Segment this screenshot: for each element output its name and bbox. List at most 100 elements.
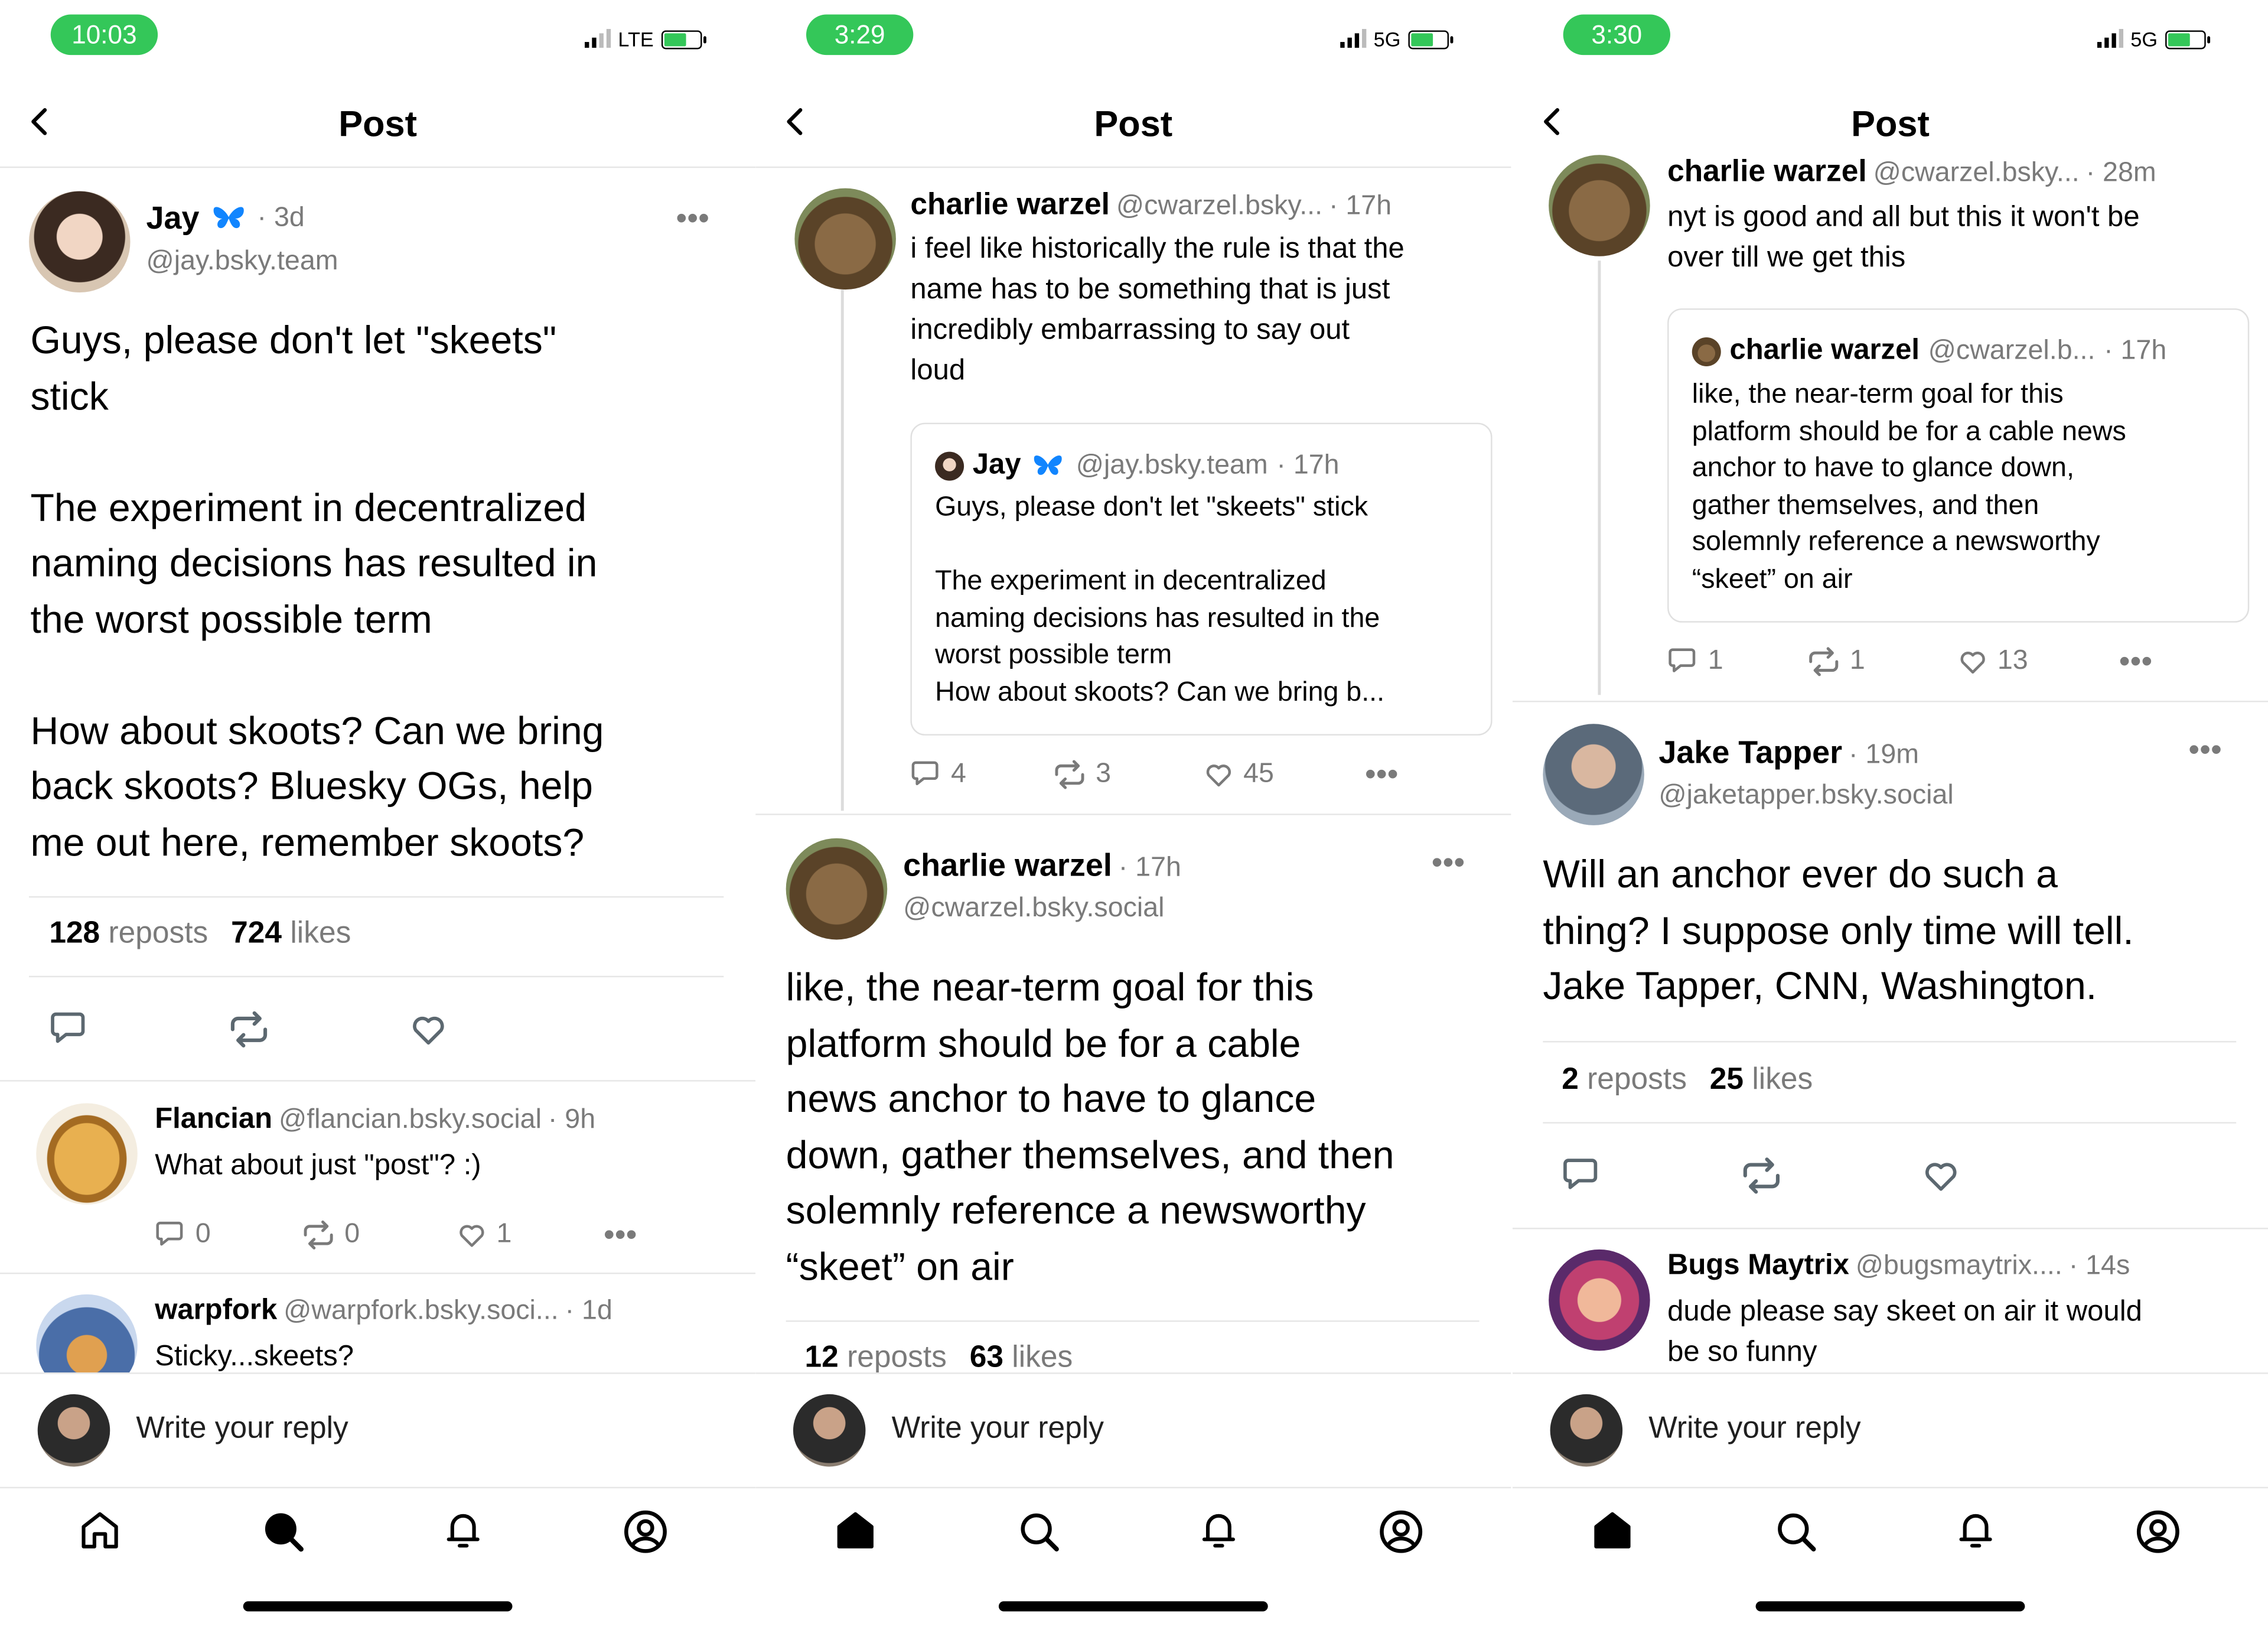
home-indicator[interactable]: [243, 1601, 513, 1612]
reply-author[interactable]: Flancian: [155, 1103, 272, 1135]
search-icon[interactable]: [1773, 1509, 1819, 1555]
reply-input[interactable]: Write your reply: [892, 1411, 1104, 1446]
divider: [0, 166, 756, 168]
author-handle[interactable]: @cwarzel.bsky...: [1873, 158, 2080, 188]
avatar[interactable]: [1543, 724, 1644, 825]
reply-line: dude please say skeet on air it would: [1667, 1296, 2142, 1328]
author-name[interactable]: charlie warzel: [1667, 155, 1867, 188]
reply-input[interactable]: Write your reply: [136, 1411, 348, 1446]
reply-handle[interactable]: @flancian.bsky.social: [279, 1105, 542, 1135]
tab-bar: [1513, 1491, 2268, 1572]
profile-icon[interactable]: [2135, 1509, 2181, 1555]
reply-composer[interactable]: Write your reply: [755, 1372, 1511, 1489]
speech-bubble-icon[interactable]: [49, 1009, 90, 1050]
speech-bubble-icon[interactable]: [910, 759, 942, 790]
author-handle[interactable]: @cwarzel.bsky.social: [903, 893, 1164, 925]
author-name[interactable]: Jay: [146, 200, 200, 237]
more-dots-icon[interactable]: •••: [2188, 731, 2222, 769]
notifications-bell-icon[interactable]: [1197, 1509, 1241, 1553]
post-line: me out here, remember skoots?: [30, 820, 585, 864]
profile-icon[interactable]: [623, 1509, 669, 1555]
avatar[interactable]: [786, 838, 888, 940]
post-line: the worst possible term: [30, 597, 432, 641]
profile-icon[interactable]: [1378, 1509, 1424, 1555]
more-dots-icon[interactable]: •••: [604, 1216, 637, 1254]
quote-body: like, the near-term goal for this platfo…: [1692, 376, 2242, 598]
reply-handle[interactable]: @warpfork.bsky.soci...: [284, 1296, 559, 1326]
author-handle[interactable]: @jaketapper.bsky.social: [1658, 780, 1953, 812]
heart-icon[interactable]: [1921, 1156, 1961, 1196]
reply-author[interactable]: warpfork: [155, 1294, 277, 1326]
reply-handle[interactable]: @bugsmaytrix....: [1856, 1251, 2062, 1281]
reply-text: dude please say skeet on air it would be…: [1667, 1291, 2261, 1372]
author-name[interactable]: Jake Tapper: [1658, 734, 1842, 770]
heart-icon[interactable]: [408, 1009, 449, 1050]
home-icon[interactable]: [834, 1509, 878, 1553]
more-dots-icon[interactable]: •••: [2119, 643, 2153, 681]
post-line: stick: [30, 374, 109, 418]
author-handle[interactable]: @cwarzel.bsky...: [1116, 191, 1322, 221]
quoted-post[interactable]: charlie warzel @cwarzel.b... · 17h like,…: [1667, 308, 2250, 623]
author-handle[interactable]: @jay.bsky.team: [146, 246, 338, 278]
search-icon[interactable]: [260, 1509, 307, 1555]
quote-line: solemnly reference a newsworthy: [1692, 527, 2100, 558]
notifications-bell-icon[interactable]: [441, 1509, 485, 1553]
more-dots-icon[interactable]: •••: [1365, 756, 1399, 793]
repost-arrows-icon[interactable]: [301, 1219, 336, 1251]
quote-line: How about skoots? Can we bring b...: [935, 676, 1385, 708]
speech-bubble-icon[interactable]: [1562, 1156, 1602, 1196]
heart-icon[interactable]: [1957, 646, 1989, 678]
battery-icon: [661, 30, 706, 49]
search-icon[interactable]: [1016, 1509, 1062, 1555]
screen-3: charlie warzel @cwarzel.bsky... · 28m ny…: [1512, 0, 2268, 1630]
author-name[interactable]: charlie warzel: [910, 188, 1110, 222]
avatar[interactable]: [1549, 155, 1650, 256]
reply-input[interactable]: Write your reply: [1648, 1411, 1860, 1446]
repost-arrows-icon[interactable]: [227, 1009, 271, 1050]
post-line: i feel like historically the rule is tha…: [910, 233, 1405, 265]
home-icon[interactable]: [78, 1509, 122, 1553]
heart-icon[interactable]: [456, 1219, 488, 1251]
home-indicator[interactable]: [1755, 1601, 2025, 1612]
speech-bubble-icon[interactable]: [155, 1219, 187, 1251]
repost-arrows-icon[interactable]: [1806, 646, 1841, 678]
quote-line: like, the near-term goal for this: [1692, 379, 2064, 410]
avatar[interactable]: [794, 188, 896, 290]
likes-count[interactable]: 724: [231, 916, 282, 949]
home-icon[interactable]: [1591, 1509, 1634, 1553]
notifications-bell-icon[interactable]: [1954, 1509, 1997, 1553]
more-dots-icon[interactable]: •••: [1432, 844, 1465, 882]
post-body: like, the near-term goal for this platfo…: [786, 960, 1495, 1294]
repost-arrows-icon[interactable]: [1740, 1156, 1784, 1196]
post-actions: 1 1 13 •••: [1667, 643, 2152, 681]
heart-icon[interactable]: [1203, 759, 1234, 790]
likes-count[interactable]: 25: [1710, 1063, 1744, 1096]
repost-arrows-icon[interactable]: [1052, 759, 1087, 790]
divider: [1512, 701, 2268, 702]
avatar[interactable]: [29, 191, 131, 293]
network-label: 5G: [2130, 27, 2158, 51]
avatar[interactable]: [36, 1103, 138, 1205]
author-name[interactable]: charlie warzel: [903, 847, 1112, 883]
post-time: · 3d: [257, 203, 305, 233]
post-line: name has to be something that is just: [910, 274, 1390, 306]
quoted-post[interactable]: Jay @jay.bsky.team · 17h Guys, please do…: [910, 422, 1493, 736]
reply-composer[interactable]: Write your reply: [0, 1372, 756, 1489]
post-line: “skeet” on air: [786, 1244, 1014, 1288]
speech-bubble-icon[interactable]: [1667, 646, 1699, 678]
reply-author[interactable]: Bugs Maytrix: [1667, 1250, 1849, 1281]
likes-count[interactable]: 63: [970, 1341, 1003, 1374]
quote-handle: @cwarzel.b...: [1928, 335, 2096, 366]
more-dots-icon[interactable]: •••: [676, 200, 709, 237]
reposts-label: reposts: [847, 1341, 947, 1374]
reposts-count[interactable]: 2: [1562, 1063, 1579, 1096]
post-line: Jake Tapper, CNN, Washington.: [1543, 964, 2097, 1008]
thread-line: [1598, 261, 1601, 695]
reposts-count[interactable]: 12: [805, 1341, 839, 1374]
reposts-count[interactable]: 128: [49, 916, 100, 949]
post-line: thing? I suppose only time will tell.: [1543, 908, 2134, 952]
avatar[interactable]: [1549, 1249, 1650, 1351]
home-indicator[interactable]: [998, 1601, 1268, 1612]
engagement-stats: 128 reposts 724 likes: [49, 916, 351, 951]
reply-composer[interactable]: Write your reply: [1512, 1372, 2268, 1489]
